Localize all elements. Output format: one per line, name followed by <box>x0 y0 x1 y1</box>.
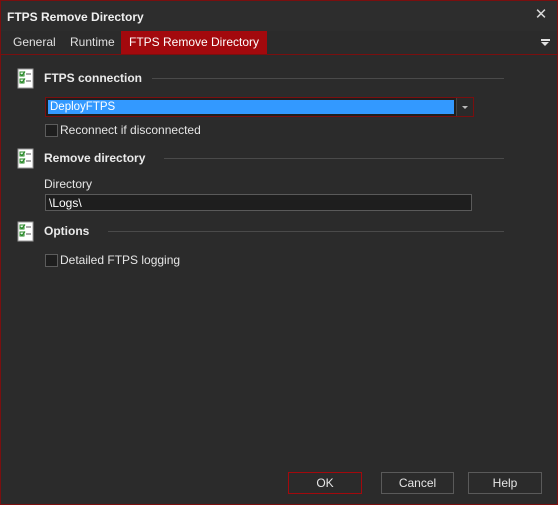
directory-label: Directory <box>44 177 93 191</box>
tab-bar: General Runtime FTPS Remove Directory <box>1 31 557 55</box>
close-icon[interactable]: ✕ <box>533 7 549 23</box>
menu-dropdown-icon[interactable] <box>541 37 551 47</box>
tab-general[interactable]: General <box>5 31 64 54</box>
section-header-ftps-connection: FTPS connection <box>44 71 143 85</box>
section-divider <box>164 158 504 159</box>
detailed-logging-checkbox-box[interactable] <box>45 254 58 267</box>
ftps-connection-select[interactable]: DeployFTPS <box>45 97 474 117</box>
checklist-icon <box>17 221 34 242</box>
reconnect-checkbox-box[interactable] <box>45 124 58 137</box>
section-divider <box>152 78 504 79</box>
ok-button[interactable]: OK <box>288 472 362 494</box>
checklist-icon <box>17 68 34 89</box>
help-button[interactable]: Help <box>468 472 542 494</box>
cancel-button[interactable]: Cancel <box>381 472 454 494</box>
window-title: FTPS Remove Directory <box>7 10 144 24</box>
tab-ftps-remove-directory[interactable]: FTPS Remove Directory <box>121 31 268 54</box>
section-header-options: Options <box>44 224 90 238</box>
section-header-remove-directory: Remove directory <box>44 151 146 165</box>
dialog-window: FTPS Remove Directory ✕ General Runtime … <box>0 0 558 505</box>
directory-input[interactable] <box>45 194 472 211</box>
reconnect-checkbox-label: Reconnect if disconnected <box>60 123 201 137</box>
detailed-logging-checkbox-label: Detailed FTPS logging <box>60 253 181 267</box>
chevron-down-icon[interactable] <box>456 98 473 116</box>
dialog-footer: OK Cancel Help <box>1 466 557 504</box>
title-bar: FTPS Remove Directory ✕ <box>1 1 557 31</box>
checklist-icon <box>17 148 34 169</box>
ftps-connection-value: DeployFTPS <box>48 100 454 114</box>
tab-runtime[interactable]: Runtime <box>62 31 123 54</box>
section-divider <box>108 231 504 232</box>
